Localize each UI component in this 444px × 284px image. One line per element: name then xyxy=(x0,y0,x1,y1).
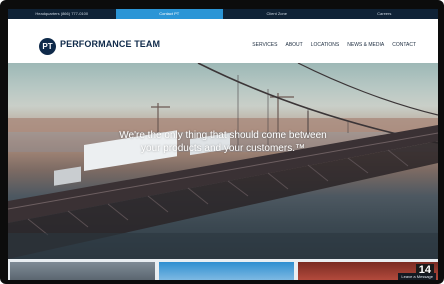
hero-banner: We're the only thing that should come be… xyxy=(8,63,438,259)
truck-cab-1 xyxy=(54,166,81,186)
nav-item-news-media[interactable]: NEWS & MEDIA xyxy=(347,42,384,48)
nav-item-services[interactable]: SERVICES xyxy=(252,42,277,48)
utility-link-headquarters[interactable]: Headquarters (866) 777-0100 xyxy=(8,9,116,19)
logo-icon[interactable]: PT xyxy=(39,38,56,55)
bridge-cable-secondary xyxy=(297,63,438,116)
nav-item-locations[interactable]: LOCATIONS xyxy=(311,42,340,48)
utility-link-client-zone[interactable]: Client Zone xyxy=(223,9,331,19)
utility-link-contact[interactable]: Contact PT xyxy=(115,9,223,19)
river-foreground xyxy=(8,233,438,259)
tile-trucks[interactable] xyxy=(159,262,294,280)
feature-tiles: 14 Leave a Message xyxy=(8,259,438,280)
hero-bridge-image xyxy=(8,63,438,259)
brand-name[interactable]: PERFORMANCE TEAM xyxy=(60,39,160,49)
hero-tagline-line2: your products and your customers.™ xyxy=(141,143,305,154)
tile-warehouse[interactable] xyxy=(10,262,155,280)
nav-item-about[interactable]: ABOUT xyxy=(285,42,302,48)
utility-bar: Headquarters (866) 777-0100 Contact PT C… xyxy=(8,9,438,19)
hero-tagline-line1: We're the only thing that should come be… xyxy=(119,130,327,141)
leave-message-button[interactable]: Leave a Message xyxy=(398,273,436,280)
browser-screen: Headquarters (866) 777-0100 Contact PT C… xyxy=(8,9,438,280)
utility-link-careers[interactable]: Careers xyxy=(331,9,439,19)
hero-tagline: We're the only thing that should come be… xyxy=(8,129,438,155)
nav-item-contact[interactable]: CONTACT xyxy=(392,42,416,48)
site-header: PT PERFORMANCE TEAM SERVICES ABOUT LOCAT… xyxy=(8,19,438,63)
device-frame: Headquarters (866) 777-0100 Contact PT C… xyxy=(0,0,444,284)
main-nav: SERVICES ABOUT LOCATIONS NEWS & MEDIA CO… xyxy=(252,42,416,48)
